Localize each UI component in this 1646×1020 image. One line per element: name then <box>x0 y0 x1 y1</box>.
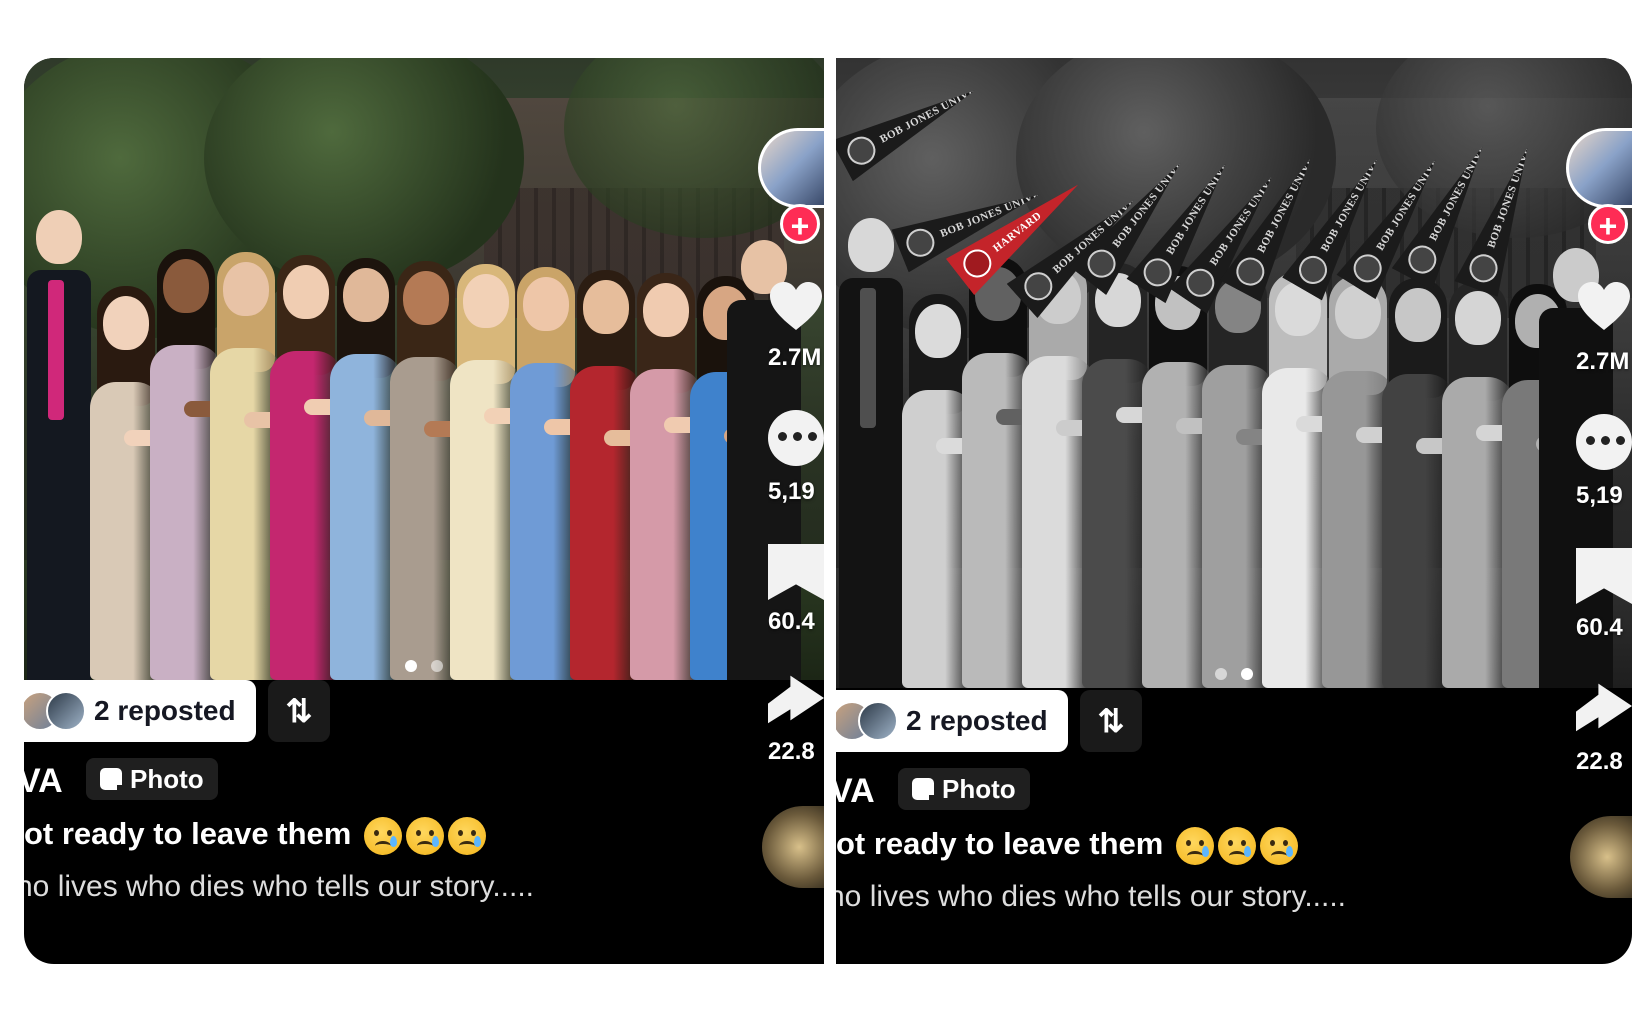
photo-badge: Photo <box>86 758 218 800</box>
reposter-avatars <box>24 689 94 733</box>
comment-icon[interactable] <box>1576 414 1632 470</box>
carousel-indicator <box>1215 668 1253 680</box>
repost-icon[interactable]: ⇅ <box>268 680 330 742</box>
share-count: 22.8 <box>768 738 815 765</box>
carousel-dot[interactable] <box>1215 668 1227 680</box>
post-panel-grayscale: BOB JONES UNIVERSITY BOB JONES UNIVERSITY… <box>836 58 1632 964</box>
save-count: 60.4 <box>768 608 815 635</box>
post-panel-color: + 2.7M 5,19 60.4 22.8 2 reposted ⇅ VA Ph… <box>24 58 824 964</box>
pennant-seal-icon <box>1403 241 1441 279</box>
pennant-seal-icon <box>842 132 880 170</box>
carousel-dot[interactable] <box>1241 668 1253 680</box>
carousel-indicator <box>405 660 443 672</box>
share-count: 22.8 <box>1576 748 1623 775</box>
post-photo[interactable] <box>836 58 1632 688</box>
bookmark-icon[interactable] <box>768 544 824 600</box>
like-count: 2.7M <box>768 344 822 371</box>
bookmark-icon[interactable] <box>1576 548 1632 604</box>
share-icon[interactable] <box>1576 683 1632 732</box>
comment-icon[interactable] <box>768 410 824 466</box>
photo-badge-label: Photo <box>130 764 204 794</box>
music-disc-icon[interactable] <box>762 806 824 888</box>
caption-title-text: ot ready to leave them <box>24 816 352 851</box>
caption-subtext[interactable]: ho lives who dies who tells our story...… <box>836 880 1346 914</box>
photo-badge-label: Photo <box>942 774 1016 804</box>
username[interactable]: VA <box>836 772 875 811</box>
save-count: 60.4 <box>1576 614 1623 641</box>
pennant-seal-icon <box>1348 249 1387 288</box>
caption-title: ot ready to leave them <box>836 826 1298 865</box>
music-disc-icon[interactable] <box>1570 816 1632 898</box>
heart-icon[interactable] <box>1576 280 1632 336</box>
crying-face-icon <box>1217 826 1256 865</box>
repost-icon[interactable]: ⇅ <box>1080 690 1142 752</box>
repost-indicator[interactable]: 2 reposted <box>836 690 1068 752</box>
crying-face-icon <box>363 816 402 855</box>
post-photo[interactable] <box>24 58 824 680</box>
caption-subtext[interactable]: ho lives who dies who tells our story...… <box>24 870 534 904</box>
action-rail: + 2.7M 5,19 60.4 22.8 <box>1562 58 1632 964</box>
username[interactable]: VA <box>24 762 63 801</box>
carousel-dot[interactable] <box>405 660 417 672</box>
pennant-seal-icon <box>1294 251 1332 289</box>
pennant-seal-icon <box>1466 250 1502 286</box>
photo-icon <box>912 778 939 805</box>
crying-face-icon <box>1175 826 1214 865</box>
follow-plus-icon[interactable]: + <box>780 204 820 244</box>
comment-count: 5,19 <box>1576 482 1623 509</box>
pennant-seal-icon <box>1181 263 1220 302</box>
reposter-avatars <box>836 699 906 743</box>
caption-title-text: ot ready to leave them <box>836 826 1164 861</box>
pennant-seal-icon <box>902 225 938 261</box>
creator-avatar[interactable] <box>758 128 824 208</box>
pennant-seal-icon <box>1231 253 1269 291</box>
like-count: 2.7M <box>1576 348 1630 375</box>
comment-count: 5,19 <box>768 478 815 505</box>
crying-face-icon <box>405 816 444 855</box>
repost-indicator[interactable]: 2 reposted <box>24 680 256 742</box>
repost-label: 2 reposted <box>906 705 1048 736</box>
share-icon[interactable] <box>768 675 824 724</box>
heart-icon[interactable] <box>768 280 824 336</box>
crying-emoji-row <box>1175 826 1298 865</box>
photo-badge: Photo <box>898 768 1030 810</box>
follow-plus-icon[interactable]: + <box>1588 204 1628 244</box>
crying-face-icon <box>1259 826 1298 865</box>
creator-avatar[interactable] <box>1566 128 1632 208</box>
crying-face-icon <box>447 816 486 855</box>
caption-title: ot ready to leave them <box>24 816 486 855</box>
screenshot-canvas: + 2.7M 5,19 60.4 22.8 2 reposted ⇅ VA Ph… <box>0 0 1646 1020</box>
photo-icon <box>100 768 127 795</box>
action-rail: + 2.7M 5,19 60.4 22.8 <box>754 58 824 964</box>
crying-emoji-row <box>363 816 486 855</box>
carousel-dot[interactable] <box>431 660 443 672</box>
repost-label: 2 reposted <box>94 695 236 726</box>
